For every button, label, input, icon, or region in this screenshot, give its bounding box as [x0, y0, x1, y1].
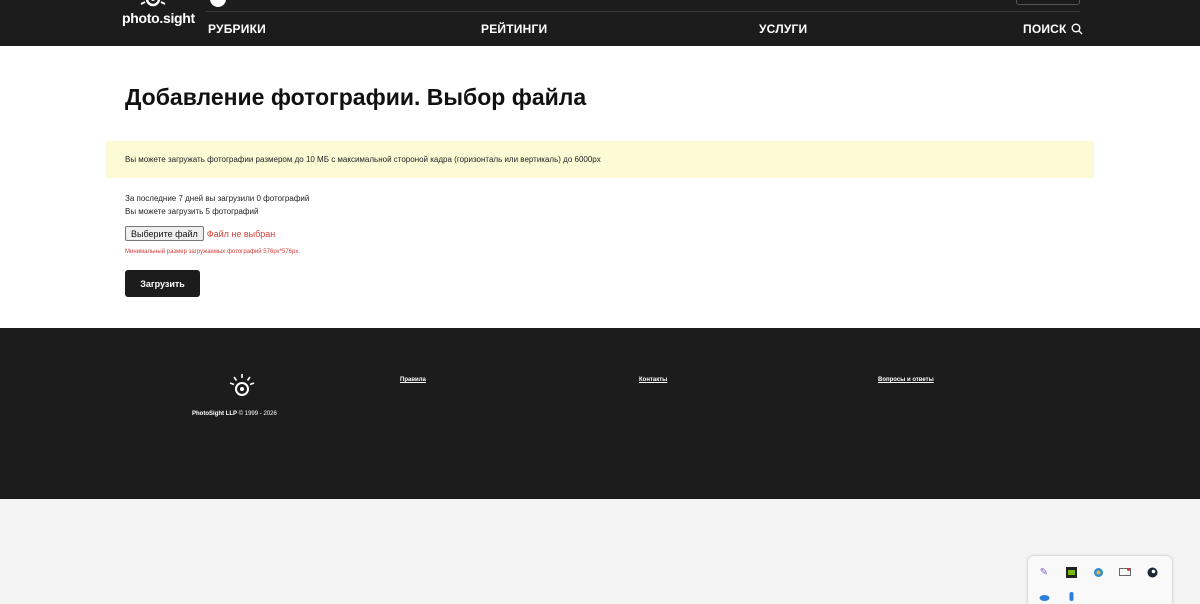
notice-text: Вы можете загружать фотографии размером … [125, 155, 601, 164]
page-title: Добавление фотографии. Выбор файла [125, 84, 587, 110]
top-bar-strip [206, 0, 1080, 12]
header-action-button[interactable] [1016, 0, 1080, 5]
upload-notice: Вы можете загружать фотографии размером … [106, 141, 1094, 178]
search-icon [1071, 23, 1083, 35]
footer-link-contacts[interactable]: Контакты [639, 377, 667, 383]
copyright-text: PhotoSight LLP © 1999 - 2026 [192, 411, 277, 417]
system-tray-overflow: ✎ [1028, 556, 1172, 604]
nav-ratings[interactable]: РЕЙТИНГИ [481, 22, 547, 36]
avatar[interactable] [210, 0, 226, 7]
copyright-years: © 1999 - 2026 [238, 411, 277, 417]
nav-services[interactable]: УСЛУГИ [759, 22, 807, 36]
dropbox-icon[interactable] [1065, 590, 1077, 602]
choose-file-button[interactable]: Выберите файл [125, 226, 204, 241]
globe-icon[interactable] [1092, 566, 1104, 578]
nav-search-label: ПОИСК [1023, 22, 1067, 36]
cloud-icon[interactable] [1038, 590, 1050, 602]
display-icon[interactable] [1119, 566, 1131, 578]
site-header: photo.sight РУБРИКИ РЕЙТИНГИ УСЛУГИ ПОИС… [0, 0, 1200, 46]
pen-icon[interactable]: ✎ [1038, 566, 1050, 578]
steam-icon[interactable] [1146, 566, 1158, 578]
min-size-hint: Минимальный размер загружаемых фотографи… [125, 249, 301, 255]
footer-link-faq[interactable]: Вопросы и ответы [878, 377, 934, 383]
main-content: Добавление фотографии. Выбор файла Вы мо… [0, 46, 1200, 328]
footer-logo-icon[interactable] [228, 374, 256, 398]
uploads-count-text: За последние 7 дней вы загрузили 0 фотог… [125, 194, 310, 203]
site-footer: PhotoSight LLP © 1999 - 2026 Правила Кон… [0, 328, 1200, 499]
nav-rubrics[interactable]: РУБРИКИ [208, 22, 266, 36]
nvidia-icon[interactable] [1065, 566, 1077, 578]
file-input[interactable]: Выберите файл Файл не выбран [125, 226, 275, 241]
remaining-uploads-text: Вы можете загрузить 5 фотографий [125, 207, 259, 216]
company-name: PhotoSight LLP [192, 411, 237, 417]
file-status-text: Файл не выбран [206, 228, 276, 239]
footer-link-rules[interactable]: Правила [400, 377, 426, 383]
site-logo[interactable]: photo.sight [122, 0, 195, 36]
logo-text: photo.sight [122, 10, 195, 26]
upload-button[interactable]: Загрузить [125, 270, 200, 297]
nav-search[interactable]: ПОИСК [1023, 22, 1083, 36]
